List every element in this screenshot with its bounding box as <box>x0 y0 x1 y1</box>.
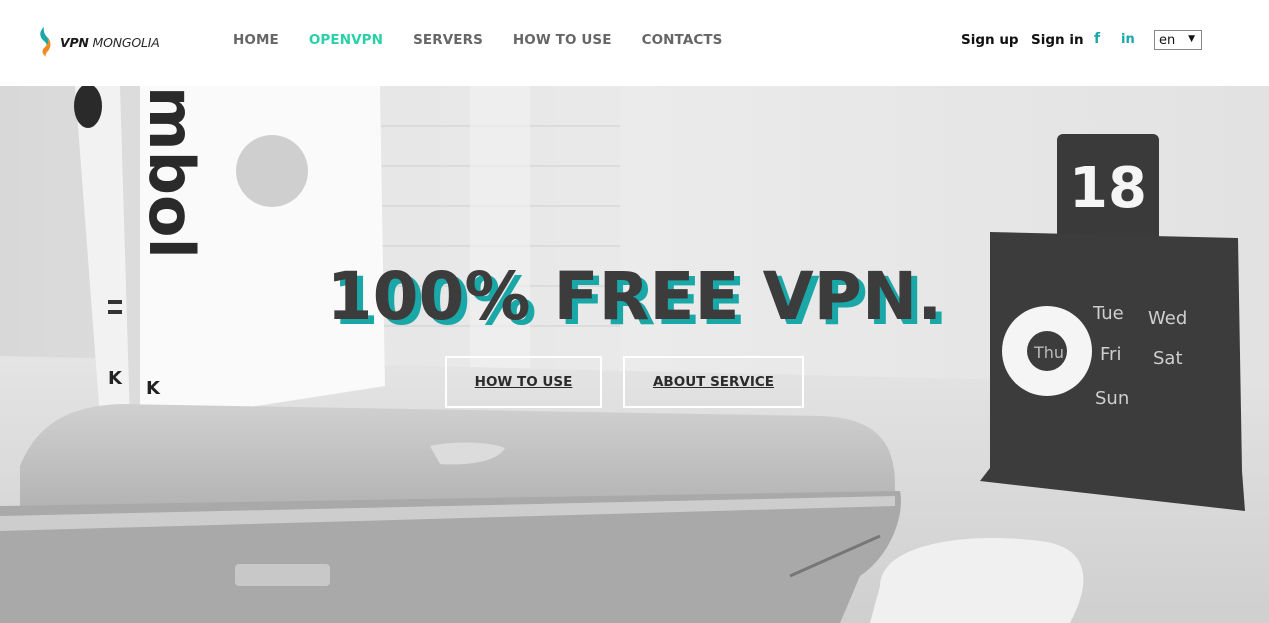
hero-background-image: mbol K K 18 Tue Wed Thu Fri Sat Sun <box>0 86 1269 623</box>
calendar-day-sun: Sun <box>1095 388 1129 409</box>
facebook-icon[interactable]: f <box>1094 31 1100 47</box>
calendar-day-fri: Fri <box>1100 344 1121 365</box>
calendar-date: 18 <box>1069 156 1147 221</box>
hero-section: mbol K K 18 Tue Wed Thu Fri Sat Sun 100%… <box>0 86 1269 623</box>
site-header: VPN MONGOLIA HOME OPENVPN SERVERS HOW TO… <box>0 0 1269 86</box>
calendar-day-sat: Sat <box>1153 348 1183 369</box>
book-spine-text: mbol <box>135 86 208 259</box>
chevron-down-icon: ▼ <box>1188 34 1195 44</box>
nav-item-contacts[interactable]: CONTACTS <box>642 32 723 50</box>
svg-text:K: K <box>108 368 123 389</box>
nav-item-servers[interactable]: SERVERS <box>413 32 483 50</box>
how-to-use-button[interactable]: HOW TO USE <box>445 356 602 408</box>
language-selected: en <box>1159 32 1176 48</box>
nav-item-how-to-use[interactable]: HOW TO USE <box>513 32 612 50</box>
linkedin-icon[interactable]: in <box>1121 32 1135 47</box>
svg-text:K: K <box>146 378 161 399</box>
hero-headline: 100% FREE VPN. <box>326 258 943 335</box>
main-nav: HOME OPENVPN SERVERS HOW TO USE CONTACTS <box>233 32 753 50</box>
calendar-day-thu: Thu <box>1033 343 1064 362</box>
brand-name: VPN MONGOLIA <box>60 35 160 50</box>
language-select[interactable]: en ▼ <box>1154 30 1202 50</box>
logo-mark-icon <box>40 27 51 57</box>
brand-logo[interactable]: VPN MONGOLIA <box>38 26 168 58</box>
nav-item-openvpn[interactable]: OPENVPN <box>309 32 383 50</box>
brand-name-bold: VPN <box>60 34 89 50</box>
sign-up-link[interactable]: Sign up <box>961 32 1019 48</box>
brand-name-rest: MONGOLIA <box>92 34 160 50</box>
about-service-button[interactable]: ABOUT SERVICE <box>623 356 804 408</box>
nav-item-home[interactable]: HOME <box>233 32 279 50</box>
sign-in-link[interactable]: Sign in <box>1031 32 1084 48</box>
